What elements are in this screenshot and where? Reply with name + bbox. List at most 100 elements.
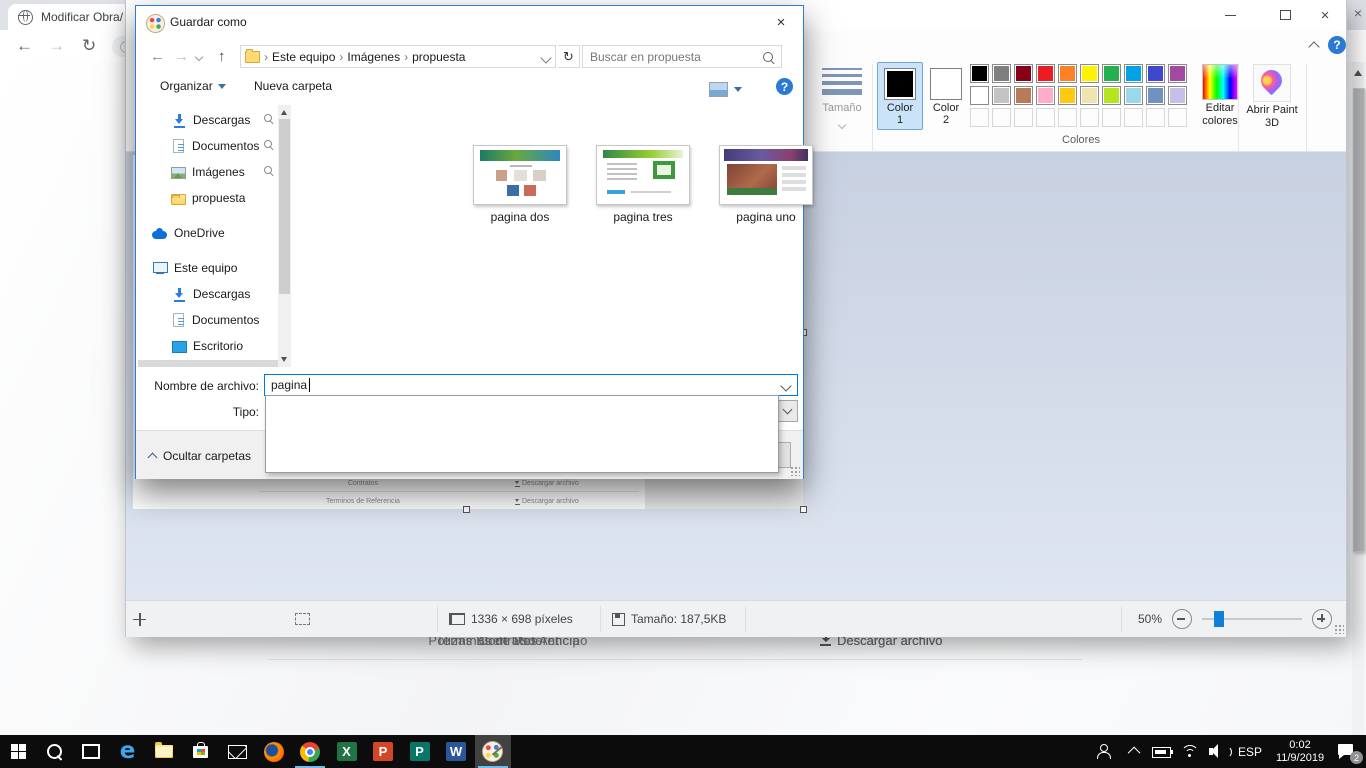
address-bar[interactable]: ›Este equipo›Imágenes›propuesta	[240, 45, 556, 68]
taskbar-powerpoint-button[interactable]: P	[365, 735, 401, 768]
sidebar-item-documentos[interactable]: Documentos	[138, 134, 278, 157]
open-paint3d-button[interactable]: Abrir Paint 3D	[1243, 62, 1301, 130]
scroll-up-icon[interactable]	[1354, 70, 1362, 76]
palette-color[interactable]	[1036, 86, 1055, 105]
color2-button[interactable]: Color2	[923, 62, 969, 130]
tray-chevron-up-icon[interactable]	[1122, 735, 1148, 768]
up-icon[interactable]: ↑	[218, 45, 226, 68]
palette-color[interactable]	[970, 86, 989, 105]
palette-color[interactable]	[1124, 64, 1143, 83]
palette-color[interactable]	[992, 64, 1011, 83]
palette-color[interactable]	[1080, 64, 1099, 83]
file-item[interactable]: pagina tres	[585, 145, 701, 224]
breadcrumb-item[interactable]: propuesta	[412, 50, 465, 64]
palette-empty-slot[interactable]	[1124, 108, 1143, 127]
scrollbar-thumb[interactable]	[1353, 88, 1365, 552]
sidebar-item-este-equipo[interactable]: Este equipo	[138, 256, 278, 279]
taskbar-chrome-button[interactable]	[292, 735, 328, 768]
palette-color[interactable]	[1124, 86, 1143, 105]
address-dropdown-icon[interactable]	[540, 52, 551, 63]
palette-empty-slot[interactable]	[1080, 108, 1099, 127]
palette-color[interactable]	[992, 86, 1011, 105]
edit-colors-button[interactable]: Editar colores	[1194, 62, 1246, 128]
file-item[interactable]: pagina dos	[462, 145, 578, 224]
palette-color[interactable]	[1102, 86, 1121, 105]
scroll-up-icon[interactable]	[281, 110, 287, 115]
close-button[interactable]: ×	[1303, 0, 1347, 30]
taskbar-file-explorer-button[interactable]	[146, 735, 182, 768]
palette-color[interactable]	[1036, 64, 1055, 83]
action-center-icon[interactable]: 2	[1332, 735, 1366, 768]
scroll-down-icon[interactable]	[281, 357, 287, 362]
zoom-slider-thumb[interactable]	[1214, 611, 1224, 627]
palette-color[interactable]	[1080, 86, 1099, 105]
forward-icon[interactable]: →	[174, 45, 189, 68]
clock[interactable]: 0:02 11/9/2019	[1268, 735, 1332, 768]
sidebar-item-descargas[interactable]: Descargas	[138, 108, 278, 131]
people-icon[interactable]	[1092, 735, 1122, 768]
taskbar-mail-button[interactable]	[219, 735, 255, 768]
palette-empty-slot[interactable]	[992, 108, 1011, 127]
filename-suggestions-dropdown[interactable]	[265, 395, 779, 473]
palette-color[interactable]	[1102, 64, 1121, 83]
palette-empty-slot[interactable]	[1146, 108, 1165, 127]
size-button[interactable]: Tamaño	[814, 62, 870, 148]
palette-color[interactable]	[1058, 86, 1077, 105]
search-box[interactable]: Buscar en propuesta	[582, 45, 782, 68]
browser-forward-icon[interactable]: →	[48, 30, 65, 62]
battery-icon[interactable]	[1148, 735, 1176, 768]
volume-icon[interactable]	[1204, 735, 1232, 768]
filename-input[interactable]: pagina	[264, 374, 798, 396]
palette-color[interactable]	[1168, 86, 1187, 105]
palette-color[interactable]	[970, 64, 989, 83]
view-mode-button[interactable]	[702, 77, 748, 101]
zoom-in-button[interactable]	[1312, 609, 1332, 629]
palette-color[interactable]	[1058, 64, 1077, 83]
taskbar-excel-button[interactable]: X	[329, 735, 365, 768]
zoom-slider[interactable]	[1202, 610, 1302, 628]
browser-back-icon[interactable]: ←	[16, 30, 33, 62]
filetype-combo[interactable]	[776, 400, 798, 422]
sidebar-item-onedrive[interactable]: OneDrive	[138, 221, 278, 244]
collapse-ribbon-icon[interactable]	[1308, 41, 1319, 52]
sidebar-item-propuesta[interactable]: propuesta	[138, 186, 278, 209]
filename-dropdown-icon[interactable]	[780, 380, 791, 391]
hide-folders-button[interactable]: Ocultar carpetas	[149, 449, 251, 463]
color1-button[interactable]: Color1	[877, 62, 923, 130]
refresh-button[interactable]: ↻	[558, 45, 580, 68]
taskbar-publisher-button[interactable]: P	[402, 735, 438, 768]
taskbar-task-view-button[interactable]	[73, 735, 109, 768]
sidebar-item-documentos[interactable]: Documentos	[138, 308, 278, 331]
taskbar-start-button[interactable]	[0, 735, 36, 768]
new-folder-button[interactable]: Nueva carpeta	[254, 79, 332, 93]
sidebar-item-escritorio[interactable]: Escritorio	[138, 334, 278, 357]
canvas-resize-handle-bottom[interactable]	[463, 506, 470, 513]
breadcrumb-item[interactable]: Imágenes	[347, 50, 400, 64]
browser-scrollbar[interactable]	[1352, 62, 1364, 735]
browser-refresh-icon[interactable]: ↻	[82, 30, 96, 62]
back-icon[interactable]: ←	[150, 45, 165, 68]
canvas-resize-handle-corner[interactable]	[800, 506, 807, 513]
palette-color[interactable]	[1014, 86, 1033, 105]
help-icon[interactable]: ?	[776, 78, 793, 95]
recent-locations-icon[interactable]	[196, 45, 202, 68]
palette-color[interactable]	[1014, 64, 1033, 83]
breadcrumb-item[interactable]: Este equipo	[272, 50, 335, 64]
palette-empty-slot[interactable]	[1014, 108, 1033, 127]
palette-empty-slot[interactable]	[970, 108, 989, 127]
taskbar-paint-button[interactable]	[475, 735, 511, 768]
sidebar-item-im-genes[interactable]: Imágenes	[138, 360, 278, 367]
taskbar-edge-button[interactable]: e	[110, 735, 146, 768]
minimize-button[interactable]	[1208, 0, 1252, 30]
palette-color[interactable]	[1146, 86, 1165, 105]
maximize-button[interactable]	[1263, 0, 1307, 30]
sidebar-item-im-genes[interactable]: Imágenes	[138, 160, 278, 183]
paint-help-icon[interactable]: ?	[1328, 36, 1346, 54]
zoom-out-button[interactable]	[1172, 609, 1192, 629]
browser-close-icon[interactable]: ×	[1354, 5, 1362, 21]
dialog-close-button[interactable]: ×	[759, 6, 803, 38]
language-indicator[interactable]: ESP	[1232, 735, 1268, 768]
palette-color[interactable]	[1168, 64, 1187, 83]
taskbar-word-button[interactable]: W	[438, 735, 474, 768]
file-item[interactable]: pagina uno	[708, 145, 824, 224]
